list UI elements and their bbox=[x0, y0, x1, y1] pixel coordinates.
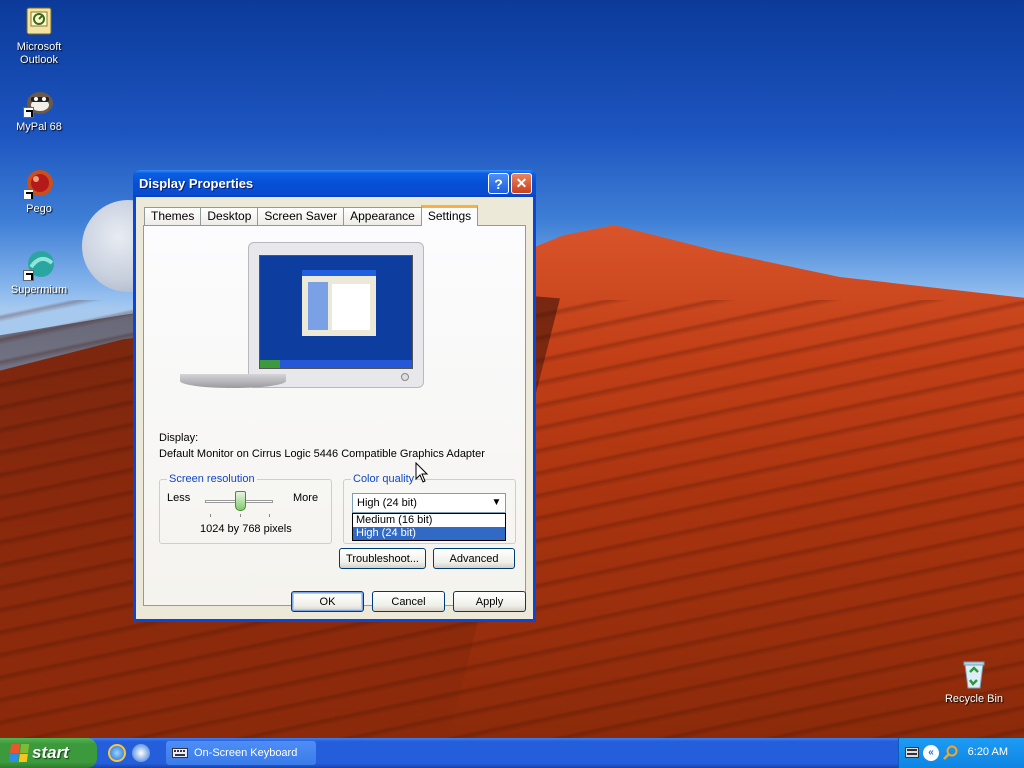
title-bar[interactable]: Display Properties ? ✕ bbox=[133, 170, 536, 197]
keyboard-tray-icon[interactable] bbox=[905, 747, 919, 758]
mypal-icon bbox=[23, 86, 55, 118]
search-icon[interactable] bbox=[943, 745, 959, 761]
preview-window bbox=[302, 270, 376, 336]
desktop-icon-supermium[interactable]: Supermium bbox=[1, 249, 77, 297]
slider-less-label: Less bbox=[167, 492, 191, 504]
display-adapter-name: Default Monitor on Cirrus Logic 5446 Com… bbox=[159, 448, 485, 460]
tab-settings[interactable]: Settings bbox=[420, 205, 479, 226]
resolution-value: 1024 by 768 pixels bbox=[200, 523, 292, 535]
ok-button[interactable]: OK bbox=[291, 591, 364, 612]
slider-more-label: More bbox=[293, 492, 319, 504]
taskbar-item-label: On-Screen Keyboard bbox=[194, 747, 298, 759]
window-client-area: Themes Desktop Screen Saver Appearance S… bbox=[136, 197, 533, 619]
desktop-icon-pego[interactable]: Pego bbox=[1, 168, 77, 216]
slider-tick bbox=[240, 514, 241, 517]
outlook-icon bbox=[23, 6, 55, 38]
preview-start bbox=[260, 360, 280, 368]
troubleshoot-button[interactable]: Troubleshoot... bbox=[339, 548, 426, 569]
desktop-icon-label: Recycle Bin bbox=[944, 693, 1004, 705]
monitor-screen bbox=[259, 255, 413, 369]
internet-explorer-icon[interactable] bbox=[108, 744, 126, 762]
color-quality-group: Color quality High (24 bit) ▼ Medium (16… bbox=[343, 473, 516, 544]
resolution-slider-thumb[interactable] bbox=[235, 491, 246, 511]
start-label: start bbox=[32, 743, 69, 762]
window-title: Display Properties bbox=[139, 176, 254, 191]
desktop-icon-recycle-bin[interactable]: Recycle Bin bbox=[936, 658, 1012, 706]
tab-desktop[interactable]: Desktop bbox=[200, 207, 259, 226]
desktop-icon-label: Pego bbox=[26, 203, 52, 215]
color-quality-title: Color quality bbox=[351, 473, 417, 485]
mouse-pointer-icon bbox=[415, 462, 429, 483]
shortcut-arrow-icon bbox=[23, 189, 34, 200]
system-tray: « 6:20 AM bbox=[898, 738, 1024, 768]
pego-icon bbox=[23, 168, 55, 200]
color-option-medium[interactable]: Medium (16 bit) bbox=[353, 514, 505, 527]
chevron-down-icon[interactable]: ▼ bbox=[489, 495, 504, 511]
clock[interactable]: 6:20 AM bbox=[968, 746, 1008, 758]
monitor-preview bbox=[248, 242, 424, 388]
show-hidden-icons-icon[interactable]: « bbox=[923, 745, 939, 761]
desktop-icon-mypal[interactable]: MyPal 68 bbox=[1, 86, 77, 134]
display-label: Display: bbox=[159, 432, 199, 444]
tab-strip: Themes Desktop Screen Saver Appearance S… bbox=[144, 205, 479, 226]
preview-taskbar bbox=[260, 360, 412, 368]
slider-tick bbox=[210, 514, 211, 517]
desktop-icon-label: MyPal 68 bbox=[16, 121, 62, 133]
help-button[interactable]: ? bbox=[488, 173, 509, 194]
keyboard-icon bbox=[172, 748, 188, 758]
color-option-high[interactable]: High (24 bit) bbox=[353, 527, 505, 540]
advanced-button[interactable]: Advanced bbox=[433, 548, 515, 569]
desktop-icon-label: Supermium bbox=[10, 284, 68, 296]
supermium-icon bbox=[23, 249, 55, 281]
windows-logo-icon bbox=[8, 744, 30, 762]
close-button[interactable]: ✕ bbox=[511, 173, 532, 194]
cancel-button[interactable]: Cancel bbox=[372, 591, 445, 612]
display-properties-window: Display Properties ? ✕ Themes Desktop Sc… bbox=[133, 170, 536, 622]
browser-quicklaunch-icon[interactable] bbox=[132, 744, 150, 762]
settings-panel: Display: Default Monitor on Cirrus Logic… bbox=[143, 225, 526, 606]
color-quality-selected: High (24 bit) bbox=[357, 497, 417, 509]
desktop-icon-outlook[interactable]: Microsoft Outlook bbox=[1, 6, 77, 67]
desktop-icon-label: Microsoft Outlook bbox=[16, 41, 62, 66]
slider-tick bbox=[269, 514, 270, 517]
screen-resolution-group: Screen resolution Less More 1024 by 768 … bbox=[159, 473, 332, 544]
tab-appearance[interactable]: Appearance bbox=[343, 207, 422, 226]
tab-themes[interactable]: Themes bbox=[144, 207, 202, 226]
apply-button[interactable]: Apply bbox=[453, 591, 526, 612]
monitor-stand bbox=[180, 374, 286, 388]
tab-screen-saver[interactable]: Screen Saver bbox=[257, 207, 345, 226]
recycle-bin-icon bbox=[958, 658, 990, 690]
power-led-icon bbox=[401, 373, 409, 381]
taskbar: start On-Screen Keyboard « 6:20 AM bbox=[0, 738, 1024, 768]
taskbar-item-on-screen-keyboard[interactable]: On-Screen Keyboard bbox=[166, 741, 316, 765]
start-button[interactable]: start bbox=[0, 738, 97, 768]
shortcut-arrow-icon bbox=[23, 270, 34, 281]
color-quality-dropdown: Medium (16 bit) High (24 bit) bbox=[352, 513, 506, 541]
color-quality-select[interactable]: High (24 bit) ▼ bbox=[352, 493, 506, 513]
screen-resolution-title: Screen resolution bbox=[167, 473, 257, 485]
shortcut-arrow-icon bbox=[23, 107, 34, 118]
